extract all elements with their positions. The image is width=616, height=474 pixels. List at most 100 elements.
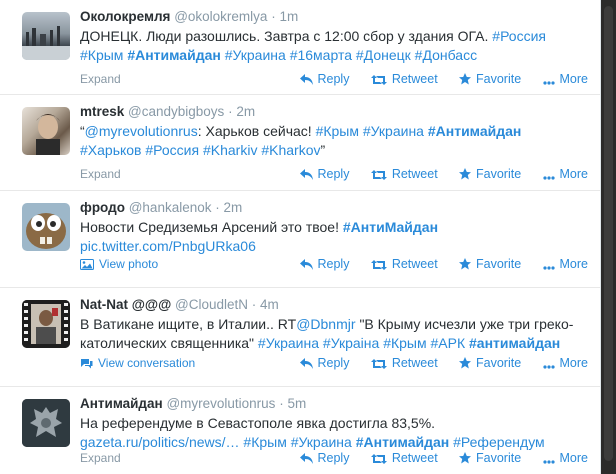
hashtag[interactable]: #Украіна [323, 335, 379, 351]
timestamp[interactable]: 5m [287, 396, 306, 411]
hashtag[interactable]: #Россия [488, 28, 546, 44]
favorite-button[interactable]: Favorite [459, 451, 521, 467]
fullname[interactable]: фродо [80, 200, 125, 215]
hashtag[interactable]: #Россия [145, 142, 199, 158]
avatar[interactable] [22, 12, 70, 60]
tweet-header: mtresk @candybigboys · 2m [80, 103, 588, 121]
fullname[interactable]: mtresk [80, 104, 124, 119]
hashtag[interactable]: #Харьков [80, 142, 142, 158]
hashtag[interactable]: #Донбасс [415, 47, 477, 63]
hashtag[interactable]: #Антимайдан [428, 123, 522, 139]
tweet[interactable]: Околокремля @okolokremlya · 1m ДОНЕЦК. Л… [0, 0, 600, 95]
pic-link[interactable]: pic.twitter.com/PnbgURka06 [80, 238, 256, 254]
hashtag[interactable]: #АРК [431, 335, 466, 351]
more-icon [542, 169, 555, 183]
timestamp[interactable]: 2m [224, 200, 243, 215]
retweet-button[interactable]: Retweet [370, 167, 438, 183]
hashtag[interactable]: #Украина [225, 47, 286, 63]
hashtag[interactable]: #Крым [80, 47, 123, 63]
retweet-button[interactable]: Retweet [370, 451, 438, 467]
reply-button[interactable]: Reply [299, 356, 349, 372]
text: На референдуме в Севастополе явка достиг… [80, 415, 436, 431]
more-button[interactable]: More [542, 167, 588, 183]
retweet-icon [370, 259, 387, 273]
tweet-header: Антимайдан @myrevolutionrus · 5m [80, 395, 588, 413]
avatar[interactable] [22, 107, 70, 155]
view-photo-link[interactable]: View photo [80, 257, 158, 273]
hashtag[interactable]: #Украина [291, 434, 352, 450]
more-button[interactable]: More [542, 356, 588, 372]
username[interactable]: @myrevolutionrus [166, 396, 275, 411]
mention[interactable]: @Dbnmjr [296, 316, 355, 332]
mention[interactable]: @myrevolutionrus [85, 123, 198, 139]
more-button[interactable]: More [542, 72, 588, 88]
more-button[interactable]: More [542, 451, 588, 467]
hashtag[interactable]: #Крым [383, 335, 426, 351]
timestamp[interactable]: 4m [260, 297, 279, 312]
tweet[interactable]: Nat-Nat @@@ @CloudletN · 4m В Ватикане и… [0, 288, 600, 387]
reply-button[interactable]: Reply [299, 72, 349, 88]
expand-link[interactable]: Expand [80, 72, 121, 86]
star-icon [459, 73, 472, 88]
reply-icon [299, 74, 313, 88]
fullname[interactable]: Nat-Nat @@@ [80, 297, 171, 312]
hashtag[interactable]: #Референдум [453, 434, 545, 450]
more-button[interactable]: More [542, 257, 588, 273]
text: католических священника" [80, 335, 255, 351]
tweet[interactable]: mtresk @candybigboys · 2m “@myrevolution… [0, 95, 600, 191]
avatar[interactable] [22, 399, 70, 447]
tweet-text: На референдуме в Севастополе явка достиг… [80, 414, 588, 452]
username[interactable]: @CloudletN [175, 297, 248, 312]
hashtag[interactable]: #АнтиМайдан [343, 219, 438, 235]
username[interactable]: @okolokremlya [174, 9, 267, 24]
text: "В Крыму исчезли уже три греко- [359, 316, 574, 332]
hashtag[interactable]: #16марта [290, 47, 352, 63]
hashtag[interactable]: #антимайдан [469, 335, 560, 351]
tweet-text: В Ватикане ищите, в Италии.. RT@Dbnmjr "… [80, 315, 588, 353]
reply-button[interactable]: Reply [299, 167, 349, 183]
scrollbar[interactable] [601, 0, 616, 474]
hashtag[interactable]: #Kharkov [261, 142, 320, 158]
hashtag[interactable]: #Kharkiv [203, 142, 257, 158]
separator: · [271, 9, 276, 24]
text: Новости Средиземья Арсений это твое! [80, 219, 339, 235]
favorite-button[interactable]: Favorite [459, 257, 521, 273]
reply-button[interactable]: Reply [299, 451, 349, 467]
scrollbar-thumb[interactable] [604, 6, 613, 461]
avatar[interactable] [22, 203, 70, 251]
username[interactable]: @candybigboys [128, 104, 224, 119]
fullname[interactable]: Околокремля [80, 9, 170, 24]
hashtag[interactable]: #Крым [243, 434, 286, 450]
favorite-button[interactable]: Favorite [459, 167, 521, 183]
tweet-text: ДОНЕЦК. Люди разошлись. Завтра с 12:00 с… [80, 27, 588, 65]
retweet-button[interactable]: Retweet [370, 356, 438, 372]
hashtag[interactable]: #Украина [363, 123, 424, 139]
view-conversation-link[interactable]: View conversation [80, 356, 195, 372]
article-link[interactable]: gazeta.ru/politics/news/… [80, 434, 240, 450]
fullname[interactable]: Антимайдан [80, 396, 163, 411]
retweet-icon [370, 453, 387, 467]
photo-icon [80, 259, 94, 273]
username[interactable]: @hankalenok [129, 200, 212, 215]
retweet-button[interactable]: Retweet [370, 72, 438, 88]
separator: · [228, 104, 233, 119]
hashtag[interactable]: #Антимайдан [127, 47, 221, 63]
favorite-button[interactable]: Favorite [459, 72, 521, 88]
favorite-button[interactable]: Favorite [459, 356, 521, 372]
timestamp[interactable]: 1m [279, 9, 298, 24]
expand-link[interactable]: Expand [80, 451, 121, 465]
expand-link[interactable]: Expand [80, 167, 121, 181]
avatar[interactable] [22, 300, 70, 348]
tweet[interactable]: фродо @hankalenok · 2m Новости Средиземь… [0, 191, 600, 288]
separator: · [279, 396, 284, 411]
more-icon [542, 453, 555, 467]
retweet-button[interactable]: Retweet [370, 257, 438, 273]
hashtag[interactable]: #Антимайдан [356, 434, 450, 450]
tweet[interactable]: Антимайдан @myrevolutionrus · 5m На рефе… [0, 387, 600, 474]
hashtag[interactable]: #Крым [316, 123, 359, 139]
hashtag[interactable]: #Донецк [356, 47, 411, 63]
timestamp[interactable]: 2m [236, 104, 255, 119]
quote-mark: ” [320, 142, 326, 158]
hashtag[interactable]: #Украина [258, 335, 319, 351]
reply-button[interactable]: Reply [299, 257, 349, 273]
